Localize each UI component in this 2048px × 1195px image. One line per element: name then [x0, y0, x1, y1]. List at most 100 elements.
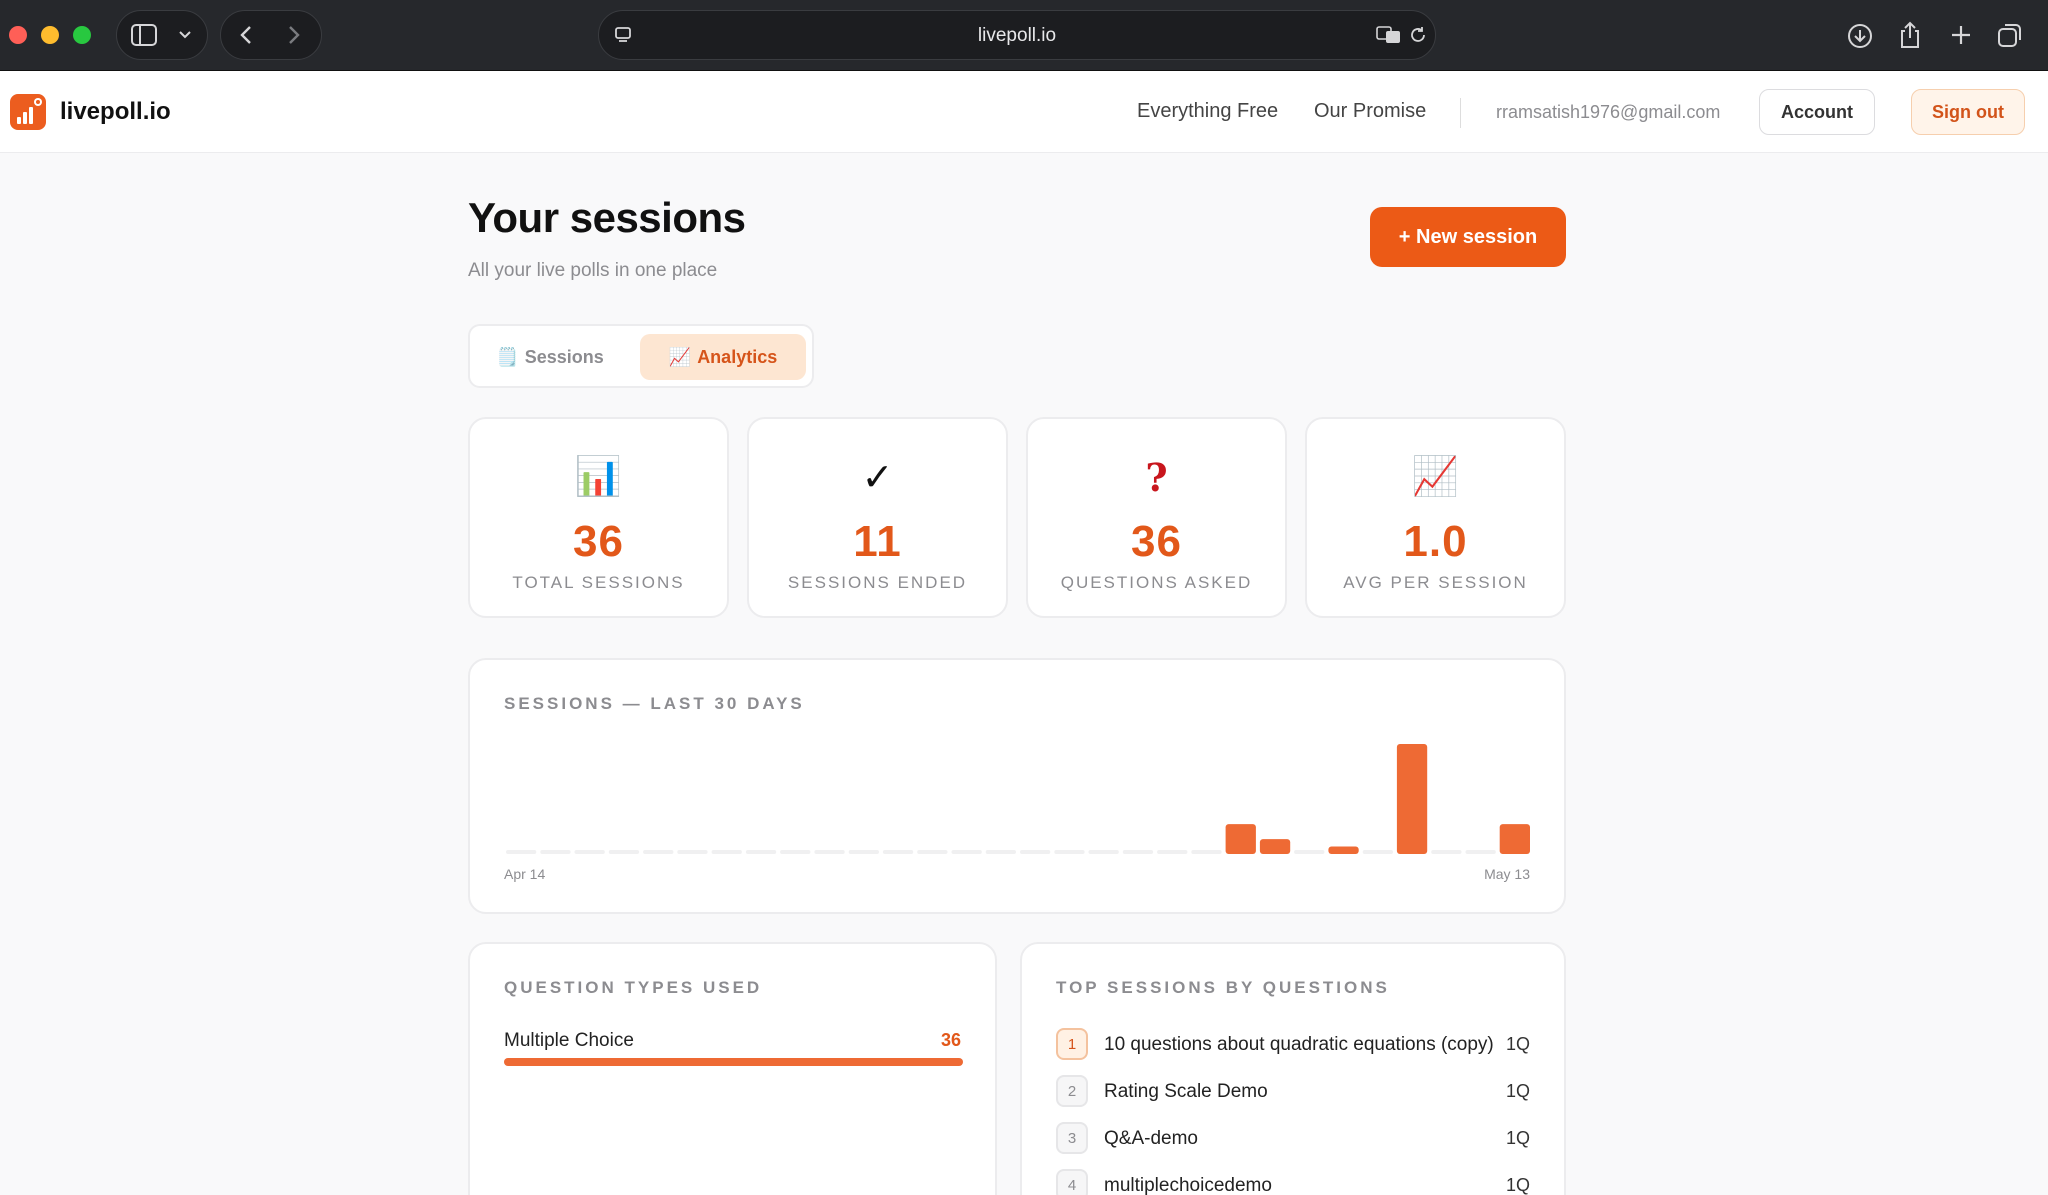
chart-bar	[1431, 850, 1462, 854]
chart-bar	[1294, 850, 1325, 854]
chart-bar	[951, 850, 982, 854]
chart-bar	[1225, 824, 1256, 854]
chart-bar	[608, 850, 640, 854]
top-sessions-title: TOP SESSIONS BY QUESTIONS	[1056, 978, 1390, 997]
question-type-count: 36	[940, 1030, 961, 1050]
brand-logo[interactable]	[10, 94, 46, 130]
stat-value: 36	[1131, 517, 1182, 566]
notepad-icon: 🗒️	[496, 346, 519, 367]
new-session-button[interactable]: + New session	[1370, 207, 1566, 267]
stat-card-avg-per-session: 📈 1.0 AVG PER SESSION	[1305, 417, 1566, 618]
list-item[interactable]: 2 Rating Scale Demo 1Q	[1056, 1075, 1530, 1109]
question-count: 1Q	[1505, 1081, 1530, 1101]
question-type-bar-fill	[504, 1058, 963, 1066]
history-nav-group	[220, 10, 322, 60]
chart-title: SESSIONS — LAST 30 DAYS	[504, 694, 805, 713]
chart-bar	[1328, 846, 1359, 854]
stat-value: 1.0	[1403, 517, 1468, 566]
chart-increasing-icon: 📈	[668, 346, 692, 367]
session-name[interactable]: multiplechoicedemo	[1104, 1175, 1272, 1195]
rank-badge: 1	[1056, 1028, 1088, 1060]
chart-bar	[540, 850, 571, 854]
account-button[interactable]: Account	[1759, 89, 1875, 135]
stat-card-questions-asked: ? 36 QUESTIONS ASKED	[1026, 417, 1287, 618]
rank-badge: 2	[1056, 1075, 1088, 1107]
nav-divider	[1460, 98, 1461, 128]
list-item[interactable]: 3 Q&A-demo 1Q	[1056, 1122, 1530, 1156]
view-tabs: 🗒️ Sessions 📈 Analytics	[468, 324, 814, 388]
session-name[interactable]: Rating Scale Demo	[1104, 1081, 1268, 1103]
top-sessions-card: TOP SESSIONS BY QUESTIONS 1 10 questions…	[1020, 942, 1566, 1195]
tab-analytics-label: Analytics	[697, 346, 778, 367]
close-window-button[interactable]	[9, 26, 27, 44]
chart-bar	[1396, 744, 1428, 854]
chart-bar	[745, 850, 777, 854]
chart-increasing-icon: 📈	[1411, 456, 1460, 498]
question-type-bar	[504, 1058, 963, 1066]
nav-our-promise[interactable]: Our Promise	[1314, 100, 1426, 123]
list-item[interactable]: 4 multiplechoicedemo 1Q	[1056, 1169, 1530, 1195]
chart-bar	[848, 850, 879, 854]
app-header: livepoll.io Everything Free Our Promise …	[0, 71, 2048, 153]
chart-bar	[677, 850, 708, 854]
tab-sessions-label: Sessions	[524, 346, 604, 367]
page-title: Your sessions	[468, 194, 746, 241]
chart-bar	[1191, 850, 1222, 854]
chevron-down-icon[interactable]	[175, 25, 195, 45]
chart-bar	[1362, 850, 1393, 854]
url-text: livepoll.io	[977, 25, 1057, 46]
tab-analytics[interactable]: 📈 Analytics	[640, 334, 806, 380]
sign-out-button[interactable]: Sign out	[1911, 89, 2025, 135]
chart-bar	[1054, 850, 1085, 854]
back-icon[interactable]	[235, 24, 257, 46]
stat-label: SESSIONS ENDED	[787, 573, 968, 592]
stat-value: 11	[853, 517, 902, 566]
chart-bar	[985, 850, 1016, 854]
chart-bar	[1088, 850, 1119, 854]
page-subtitle: All your live polls in one place	[468, 260, 718, 281]
minimize-window-button[interactable]	[41, 26, 59, 44]
downloads-icon[interactable]	[1846, 22, 1874, 50]
forward-icon[interactable]	[283, 24, 305, 46]
stat-label: TOTAL SESSIONS	[512, 573, 685, 592]
chart-bar	[574, 850, 605, 854]
maximize-window-button[interactable]	[73, 26, 91, 44]
stat-label: AVG PER SESSION	[1343, 573, 1528, 592]
chart-bar	[1157, 850, 1188, 854]
stat-label: QUESTIONS ASKED	[1060, 573, 1253, 592]
sidebar-toggle-group[interactable]	[116, 10, 208, 60]
share-icon[interactable]	[1896, 20, 1924, 50]
tab-sessions[interactable]: 🗒️ Sessions	[490, 334, 610, 380]
stat-card-total-sessions: 📊 36 TOTAL SESSIONS	[468, 417, 729, 618]
tab-overview-icon[interactable]	[1996, 21, 2024, 49]
brand-name[interactable]: livepoll.io	[60, 98, 171, 126]
chart-bar	[1465, 850, 1496, 854]
question-mark-icon: ?	[1145, 455, 1168, 500]
session-name[interactable]: Q&A-demo	[1104, 1128, 1198, 1150]
chart-bar	[1122, 850, 1154, 854]
question-count: 1Q	[1505, 1175, 1530, 1195]
chart-bar	[506, 850, 537, 854]
rank-badge: 4	[1056, 1169, 1088, 1195]
sessions-chart-card: SESSIONS — LAST 30 DAYS Apr 14 May 13	[468, 658, 1566, 914]
question-count: 1Q	[1505, 1034, 1530, 1054]
chart-bar	[1499, 824, 1530, 854]
chart-bar	[643, 850, 674, 854]
session-name[interactable]: 10 questions about quadratic equations (…	[1104, 1034, 1494, 1056]
question-types-title: QUESTION TYPES USED	[504, 978, 763, 997]
sessions-bar-chart	[506, 744, 1530, 854]
stat-value: 36	[573, 517, 624, 566]
chart-bar	[882, 850, 914, 854]
nav-everything-free[interactable]: Everything Free	[1137, 100, 1278, 123]
stat-card-sessions-ended: ✓ 11 SESSIONS ENDED	[747, 417, 1008, 618]
new-tab-icon[interactable]	[1948, 22, 1974, 48]
chart-bar	[1259, 839, 1291, 854]
list-item[interactable]: 1 10 questions about quadratic equations…	[1056, 1028, 1530, 1062]
address-bar[interactable]: livepoll.io	[598, 10, 1436, 60]
sidebar-icon[interactable]	[131, 23, 157, 47]
question-types-card: QUESTION TYPES USED Multiple Choice 36	[468, 942, 997, 1195]
reload-icon[interactable]	[1407, 24, 1429, 46]
translate-icon[interactable]	[1375, 24, 1403, 46]
chart-bar	[780, 850, 811, 854]
chart-bar	[1020, 850, 1051, 854]
